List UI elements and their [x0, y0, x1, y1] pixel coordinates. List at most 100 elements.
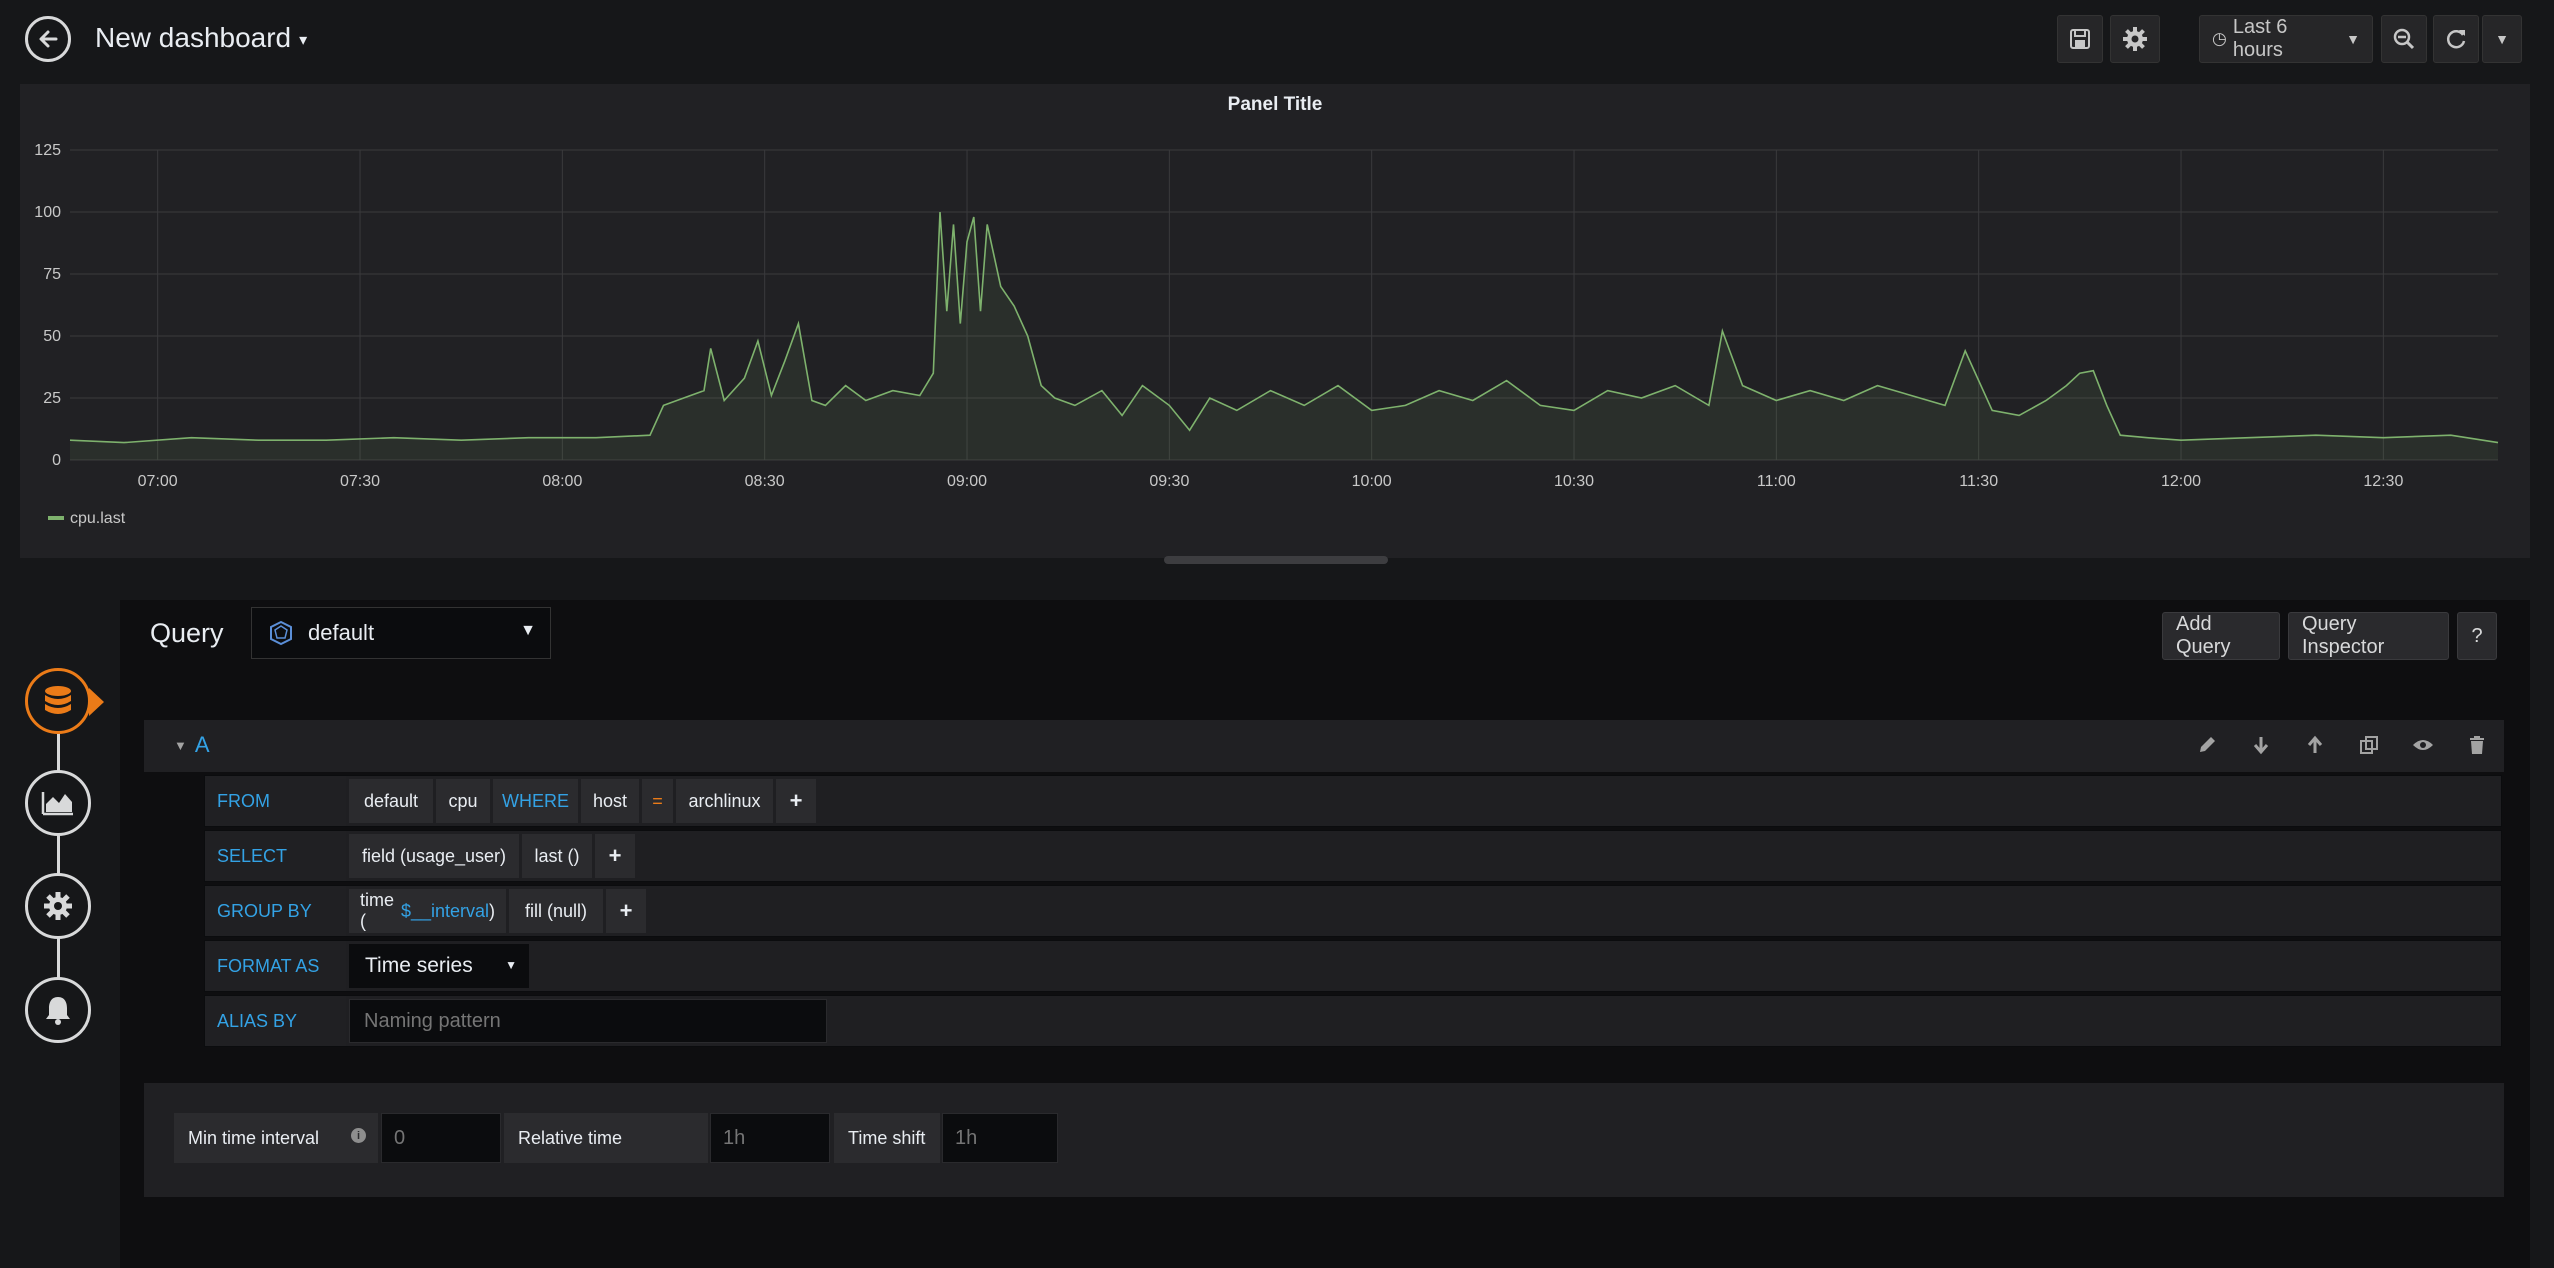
x-tick-label: 08:00: [542, 473, 582, 490]
alert-tab[interactable]: [25, 977, 91, 1043]
x-tick-label: 12:30: [2363, 473, 2403, 490]
x-tick-label: 10:30: [1554, 473, 1594, 490]
measurement-segment[interactable]: cpu: [436, 779, 490, 823]
x-tick-label: 12:00: [2161, 473, 2201, 490]
zoom-out-button[interactable]: [2381, 15, 2427, 63]
visualization-tab[interactable]: [25, 770, 91, 836]
datasource-picker[interactable]: default ▼: [251, 607, 551, 659]
caret-down-icon: ▼: [505, 958, 517, 972]
tag-key-segment[interactable]: host: [581, 779, 639, 823]
operator-segment[interactable]: =: [642, 779, 673, 823]
query-inspector-button[interactable]: Query Inspector: [2288, 612, 2449, 660]
x-tick-label: 07:30: [340, 473, 380, 490]
add-group-by-button[interactable]: +: [606, 889, 646, 933]
min-time-interval-input[interactable]: [381, 1113, 501, 1163]
editor-steps-connector: [57, 700, 60, 1010]
queries-tab[interactable]: [25, 668, 91, 734]
bell-icon: [46, 997, 70, 1025]
panel-resize-handle[interactable]: [1164, 556, 1388, 564]
add-condition-button[interactable]: +: [776, 779, 816, 823]
alias-input[interactable]: [349, 999, 827, 1043]
x-tick-label: 09:00: [947, 473, 987, 490]
collapse-caret-icon: ▼: [174, 738, 187, 753]
y-tick-label: 50: [43, 328, 61, 345]
tag-value-segment[interactable]: archlinux: [676, 779, 773, 823]
caret-down-icon: ▼: [520, 622, 536, 639]
refresh-interval-dropdown[interactable]: ▼: [2482, 15, 2522, 63]
field-segment[interactable]: field (usage_user): [349, 834, 519, 878]
x-tick-label: 08:30: [745, 473, 785, 490]
x-tick-label: 10:00: [1352, 473, 1392, 490]
top-navbar: New dashboard ▾ ◷ Last 6 hours ▼ ▼: [0, 0, 2554, 82]
group-by-time-segment[interactable]: time ($__interval): [349, 889, 506, 933]
query-row-header: ▼ A: [144, 720, 2504, 772]
database-icon: [45, 686, 71, 714]
aggregation-segment[interactable]: last (): [522, 834, 592, 878]
time-range-label: Last 6 hours: [2232, 16, 2288, 61]
relative-time-label: Relative time: [504, 1113, 708, 1163]
query-heading: Query: [150, 618, 224, 648]
back-button[interactable]: [25, 16, 71, 62]
caret-down-icon: ▼: [2346, 31, 2360, 47]
move-up-icon[interactable]: [2302, 732, 2328, 758]
interval-variable: $__interval: [400, 900, 489, 921]
min-time-interval-text: Min time interval: [188, 1127, 320, 1148]
time-shift-label: Time shift: [834, 1113, 940, 1163]
save-icon: [2070, 29, 2090, 49]
retention-policy-segment[interactable]: default: [349, 779, 433, 823]
trash-icon[interactable]: [2464, 732, 2490, 758]
active-step-arrow: [89, 688, 104, 716]
general-settings-tab[interactable]: [25, 873, 91, 939]
add-query-button[interactable]: Add Query: [2162, 612, 2280, 660]
dashboard-title-text: New dashboard: [95, 22, 292, 53]
caret-down-icon: ▾: [299, 31, 308, 49]
format-as-keyword: FORMAT AS: [205, 941, 346, 991]
format-as-row: FORMAT AS Time series ▼: [204, 940, 2502, 992]
datasource-name: default: [308, 620, 375, 645]
query-ref-id: A: [194, 732, 210, 757]
where-keyword: WHERE: [493, 779, 578, 823]
help-button[interactable]: ?: [2457, 612, 2497, 660]
x-tick-label: 11:30: [1959, 473, 1998, 490]
group-time-suffix: ): [489, 900, 495, 921]
pencil-icon[interactable]: [2194, 732, 2220, 758]
graph-panel: Panel Title 125 100 75 50 25 0 07:00 07:30 08:00…: [20, 84, 2530, 558]
add-select-part-button[interactable]: +: [595, 834, 635, 878]
query-options: Min time interval i Relative time Time s…: [144, 1083, 2504, 1197]
refresh-button[interactable]: [2433, 15, 2479, 63]
from-row: FROM default cpu WHERE host = archlinux …: [204, 775, 2502, 827]
y-tick-label: 75: [43, 266, 61, 283]
time-picker-button[interactable]: ◷ Last 6 hours ▼: [2199, 15, 2373, 63]
refresh-icon: [2446, 30, 2466, 49]
from-keyword: FROM: [205, 776, 346, 826]
group-by-keyword: GROUP BY: [205, 886, 346, 936]
min-time-interval-label: Min time interval i: [174, 1113, 378, 1163]
legend-label: cpu.last: [70, 510, 126, 527]
info-icon[interactable]: i: [351, 1128, 366, 1143]
move-down-icon[interactable]: [2248, 732, 2274, 758]
alias-by-keyword: ALIAS BY: [205, 996, 346, 1046]
time-shift-input[interactable]: [942, 1113, 1058, 1163]
save-dashboard-button[interactable]: [2057, 15, 2103, 63]
duplicate-icon[interactable]: [2356, 732, 2382, 758]
alias-by-row: ALIAS BY: [204, 995, 2502, 1047]
time-series-chart: 125 100 75 50 25 0 07:00 07:30 08:00 08:30 09:00 09…: [34, 142, 2499, 527]
dashboard-title[interactable]: New dashboard ▾: [95, 22, 307, 54]
eye-icon[interactable]: [2410, 732, 2436, 758]
x-tick-label: 07:00: [138, 473, 178, 490]
area-chart-icon: [41, 792, 73, 816]
query-row-toggle[interactable]: ▼ A: [174, 732, 210, 758]
select-keyword: SELECT: [205, 831, 346, 881]
caret-down-icon: ▼: [2495, 31, 2509, 47]
legend-swatch: [48, 516, 64, 520]
format-as-value: Time series: [365, 954, 473, 977]
select-row: SELECT field (usage_user) last () +: [204, 830, 2502, 882]
y-tick-label: 125: [34, 142, 61, 159]
format-as-select[interactable]: Time series ▼: [349, 944, 529, 988]
relative-time-input[interactable]: [710, 1113, 830, 1163]
group-time-prefix: time (: [360, 890, 395, 931]
dashboard-settings-button[interactable]: [2110, 15, 2160, 63]
group-by-row: GROUP BY time ($__interval) fill (null) …: [204, 885, 2502, 937]
fill-segment[interactable]: fill (null): [509, 889, 603, 933]
gear-icon: [2123, 27, 2147, 51]
